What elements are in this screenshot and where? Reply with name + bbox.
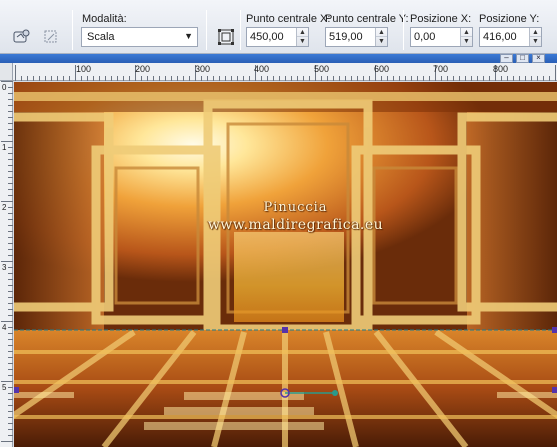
stepper-down-icon[interactable]: ▼ (376, 37, 387, 46)
center-y-label: Punto centrale Y: (325, 13, 409, 25)
reset-icon[interactable] (40, 26, 62, 48)
ruler-label: 5 (2, 383, 7, 392)
ruler-label: 300 (195, 64, 211, 74)
image-window-titlebar[interactable]: – □ × (0, 54, 557, 63)
watermark-line1: Pinuccia (263, 200, 328, 215)
separator (403, 10, 404, 50)
separator (72, 10, 73, 50)
chevron-down-icon: ▼ (184, 31, 193, 41)
close-icon[interactable]: × (532, 54, 545, 63)
stepper-up-icon[interactable]: ▲ (461, 28, 472, 37)
position-x-field[interactable]: 0,00 ▲ ▼ (410, 27, 473, 47)
center-x-stepper[interactable]: ▲ ▼ (296, 28, 308, 46)
position-y-stepper[interactable]: ▲ ▼ (529, 28, 541, 46)
ruler-label: 500 (314, 64, 330, 74)
maximize-icon[interactable]: □ (516, 54, 529, 63)
center-x-label: Punto centrale X: (246, 13, 331, 25)
ruler-label: 600 (374, 64, 390, 74)
presets-icon[interactable] (10, 26, 32, 48)
watermark-line2: www.maldiregrafica.eu (207, 217, 384, 233)
horizontal-ruler[interactable]: 100 200 300 400 500 600 700 800 (13, 63, 557, 81)
ruler-label: 0 (2, 83, 7, 92)
watermark: Pinuccia www.maldiregrafica.eu (14, 200, 557, 233)
stepper-down-icon[interactable]: ▼ (461, 37, 472, 46)
mode-select[interactable]: Scala ▼ (81, 27, 198, 47)
position-x-label: Posizione X: (410, 13, 472, 25)
position-y-label: Posizione Y: (479, 13, 540, 25)
position-y-field[interactable]: 416,00 ▲ ▼ (479, 27, 542, 47)
mode-select-value: Scala (87, 31, 115, 43)
stepper-up-icon[interactable]: ▲ (297, 28, 308, 37)
mode-label: Modalità: (82, 13, 127, 25)
tool-options-bar: Modalità: Scala ▼ Punto centrale X: 450,… (0, 0, 557, 54)
ruler-label: 100 (76, 64, 92, 74)
position-y-value[interactable]: 416,00 (483, 31, 517, 43)
canvas-artwork (14, 82, 557, 447)
ruler-label: 2 (2, 203, 7, 212)
position-x-stepper[interactable]: ▲ ▼ (460, 28, 472, 46)
image-canvas[interactable]: Pinuccia www.maldiregrafica.eu (14, 82, 557, 447)
stepper-down-icon[interactable]: ▼ (530, 37, 541, 46)
ruler-label: 3 (2, 263, 7, 272)
ruler-label: 200 (135, 64, 151, 74)
position-x-value[interactable]: 0,00 (414, 31, 435, 43)
vertical-ruler[interactable]: 0 1 2 3 4 5 (0, 81, 13, 447)
stepper-up-icon[interactable]: ▲ (530, 28, 541, 37)
ruler-label: 1 (2, 143, 7, 152)
stepper-down-icon[interactable]: ▼ (297, 37, 308, 46)
separator (240, 10, 241, 50)
center-x-field[interactable]: 450,00 ▲ ▼ (246, 27, 309, 47)
center-x-value[interactable]: 450,00 (250, 31, 284, 43)
center-y-field[interactable]: 519,00 ▲ ▼ (325, 27, 388, 47)
center-y-value[interactable]: 519,00 (329, 31, 363, 43)
ruler-label: 800 (493, 64, 509, 74)
mode-scale-icon[interactable] (215, 26, 237, 48)
ruler-label: 4 (2, 323, 7, 332)
ruler-label: 700 (433, 64, 449, 74)
stepper-up-icon[interactable]: ▲ (376, 28, 387, 37)
separator (206, 10, 207, 50)
ruler-ticks (15, 65, 556, 81)
center-y-stepper[interactable]: ▲ ▼ (375, 28, 387, 46)
ruler-corner (0, 63, 13, 81)
ruler-label: 400 (254, 64, 270, 74)
minimize-icon[interactable]: – (500, 54, 513, 63)
